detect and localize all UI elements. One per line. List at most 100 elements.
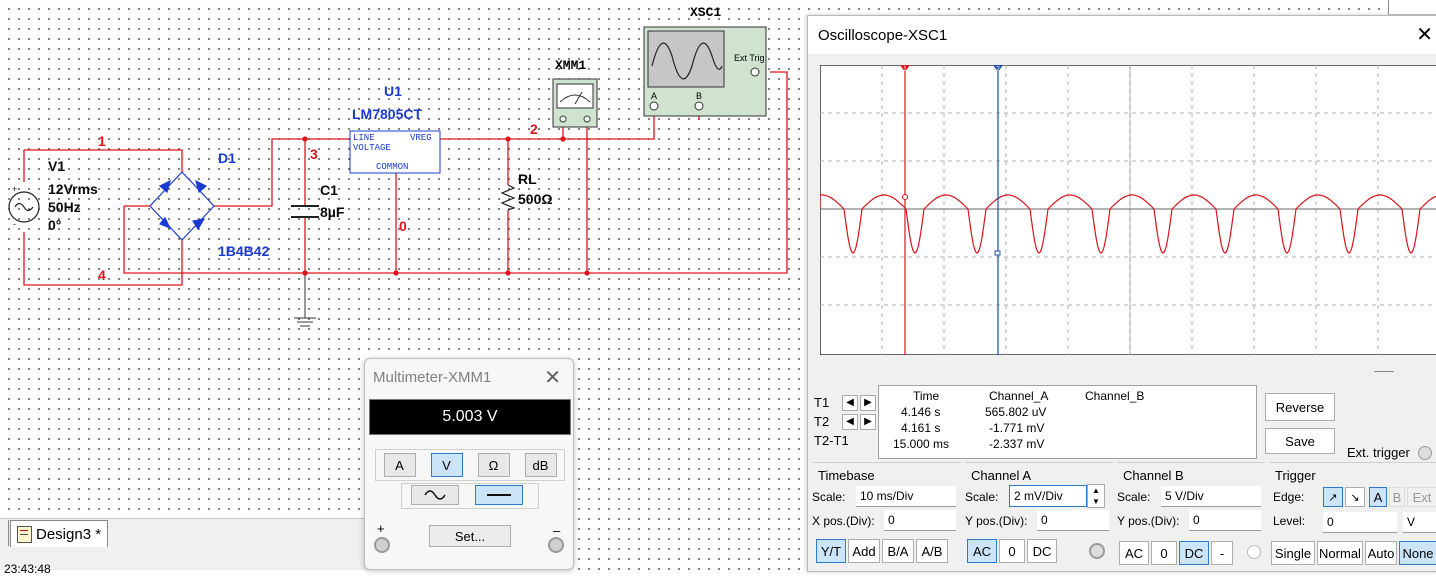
t2-left-arrow-icon[interactable]: ◀: [842, 413, 858, 430]
mode-voltmeter-button[interactable]: V: [430, 453, 463, 477]
header-channel-b: Channel_B: [1085, 389, 1145, 403]
ext-trigger-terminal[interactable]: [1418, 446, 1432, 460]
t2-right-arrow-icon[interactable]: ▶: [860, 413, 876, 430]
bridge-rectifier-symbol: [124, 171, 215, 241]
multimeter-close-icon[interactable]: ✕: [544, 365, 561, 390]
channel-b-ypos-label: Y pos.(Div):: [1117, 514, 1180, 528]
channel-a-ypos-label: Y pos.(Div):: [965, 514, 1028, 528]
reverse-button[interactable]: Reverse: [1265, 393, 1335, 421]
source-frequency: 50Hz: [48, 199, 81, 215]
multimeter-reading: 5.003 V: [369, 399, 571, 435]
trigger-source-b-button[interactable]: B: [1389, 487, 1405, 507]
tab-scroll-left[interactable]: [0, 520, 9, 546]
multimeter-set-button[interactable]: Set...: [429, 525, 511, 547]
scope-terminal-a: A: [651, 91, 658, 101]
channel-a-terminal[interactable]: [1089, 543, 1105, 559]
cap-name: C1: [320, 182, 338, 198]
timebase-scale-field[interactable]: 10 ms/Div: [856, 486, 956, 507]
channel-b-zero-button[interactable]: 0: [1151, 541, 1177, 565]
plus-terminal-label: +: [377, 521, 385, 536]
source-phase: 0°: [48, 217, 62, 233]
net-label-2: 2: [530, 121, 538, 137]
dc-mode-button[interactable]: [475, 485, 523, 505]
background-window-edge: [1388, 0, 1436, 15]
row-t2t1-channel-a: -2.337 mV: [989, 437, 1045, 451]
oscilloscope-window: Oscilloscope-XSC1 ✕ 1 2 T1 ◀ ▶ T2 ◀ ▶ T2…: [807, 15, 1436, 572]
channel-b-ypos-field[interactable]: 0: [1189, 510, 1261, 531]
t1-label: T1: [814, 395, 830, 410]
channel-b-group: Channel B Scale: 5 V/Div Y pos.(Div): 0 …: [1117, 462, 1265, 571]
multimeter-window: Multimeter-XMM1 ✕ 5.003 V A V Ω dB + – S…: [364, 358, 574, 570]
channel-a-title: Channel A: [971, 468, 1031, 483]
tab-design3-label: Design3 *: [36, 525, 102, 543]
mode-ohmmeter-button[interactable]: Ω: [477, 453, 510, 477]
ac-mode-button[interactable]: [411, 485, 459, 505]
t1-right-arrow-icon[interactable]: ▶: [860, 394, 876, 411]
scope-ext-trig-label: Ext Trig: [734, 53, 765, 63]
trigger-level-field[interactable]: 0: [1323, 512, 1397, 533]
ab-button[interactable]: A/B: [916, 539, 948, 563]
tab-design3[interactable]: Design3 *: [10, 520, 109, 547]
falling-edge-icon[interactable]: ↘: [1345, 487, 1365, 507]
cap-value: 8µF: [320, 204, 345, 220]
svg-text:1: 1: [903, 66, 907, 73]
oscilloscope-close-icon[interactable]: ✕: [1416, 22, 1433, 47]
rising-edge-icon[interactable]: ↗: [1323, 487, 1343, 507]
header-channel-a: Channel_A: [989, 389, 1049, 403]
channel-b-title: Channel B: [1123, 468, 1184, 483]
panel-resize-handle[interactable]: [1374, 371, 1394, 372]
bridge-part: 1B4B42: [218, 243, 270, 259]
cursor-t2-marker: [994, 250, 1001, 256]
channel-b-invert-button[interactable]: -: [1211, 541, 1233, 565]
multimeter-mode-group: A V Ω dB: [375, 449, 565, 481]
yt-button[interactable]: Y/T: [816, 539, 846, 563]
minus-terminal[interactable]: [548, 537, 564, 553]
channel-b-scale-field[interactable]: 5 V/Div: [1161, 486, 1261, 507]
channel-a-dc-button[interactable]: DC: [1027, 539, 1057, 563]
load-name: RL: [518, 171, 537, 187]
channel-a-scale-field[interactable]: 2 mV/Div: [1009, 485, 1087, 507]
t2-label: T2: [814, 414, 830, 429]
dc-line-icon: [487, 494, 511, 496]
row-t2-channel-a: -1.771 mV: [989, 421, 1045, 435]
status-bar: 23:43:48: [0, 548, 370, 576]
row-t1-channel-a: 565.802 uV: [985, 405, 1047, 419]
trigger-source-ext-button[interactable]: Ext: [1407, 487, 1436, 507]
ba-button[interactable]: B/A: [882, 539, 914, 563]
save-button[interactable]: Save: [1265, 428, 1335, 454]
channel-a-scale-spinner[interactable]: ▲ ▼: [1087, 484, 1105, 508]
channel-a-ypos-field[interactable]: 0: [1037, 510, 1109, 531]
t2-t1-label: T2-T1: [814, 433, 849, 448]
channel-a-ac-button[interactable]: AC: [967, 539, 997, 563]
channel-b-ac-button[interactable]: AC: [1119, 541, 1149, 565]
xpos-field[interactable]: 0: [884, 510, 956, 531]
regulator-name: U1: [384, 83, 402, 99]
mode-ammeter-button[interactable]: A: [383, 453, 416, 477]
channel-b-dc-button[interactable]: DC: [1179, 541, 1209, 565]
header-time: Time: [913, 389, 940, 403]
row-t1-time: 4.146 s: [901, 405, 941, 419]
source-voltage: 12Vrms: [48, 181, 98, 197]
trigger-single-button[interactable]: Single: [1271, 541, 1315, 565]
channel-b-terminal[interactable]: [1247, 545, 1261, 559]
cursor-label-column: T1 ◀ ▶ T2 ◀ ▶ T2-T1: [814, 393, 876, 450]
trigger-source-a-button[interactable]: A: [1369, 487, 1387, 507]
trigger-level-unit[interactable]: V: [1403, 512, 1436, 533]
trigger-auto-button[interactable]: Auto: [1365, 541, 1397, 565]
t1-left-arrow-icon[interactable]: ◀: [842, 394, 858, 411]
trigger-none-button[interactable]: None: [1399, 541, 1436, 565]
cursor-t1-marker: [902, 194, 908, 200]
xpos-label: X pos.(Div):: [812, 514, 875, 528]
plus-terminal[interactable]: [374, 537, 390, 553]
timebase-group: Timebase Scale: 10 ms/Div X pos.(Div): 0…: [812, 462, 961, 571]
mode-decibel-button[interactable]: dB: [524, 453, 557, 477]
trigger-normal-button[interactable]: Normal: [1317, 541, 1363, 565]
add-button[interactable]: Add: [848, 539, 880, 563]
row-t2-time: 4.161 s: [901, 421, 941, 435]
schematic-file-icon: [17, 525, 32, 543]
svg-text:-: -: [13, 219, 16, 229]
channel-a-zero-button[interactable]: 0: [999, 539, 1025, 563]
source-name: V1: [48, 158, 66, 174]
regulator-pin-vreg: VREG: [410, 133, 432, 143]
scope-screen[interactable]: 1 2: [820, 65, 1436, 355]
